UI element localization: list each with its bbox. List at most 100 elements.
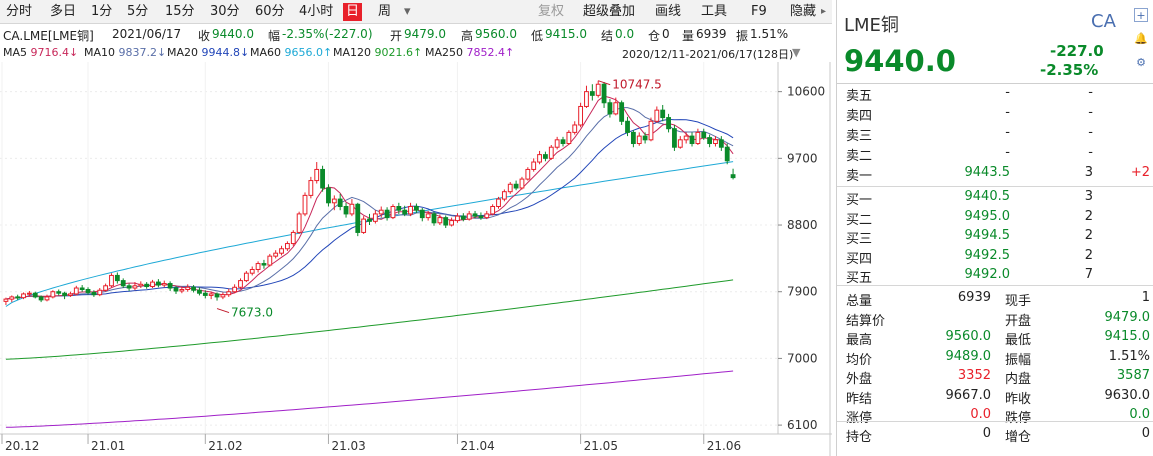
candle-body — [120, 280, 126, 287]
candle-body — [155, 281, 161, 286]
period-dropdown-icon[interactable]: ▾ — [401, 3, 414, 21]
candle-body — [390, 206, 396, 219]
bid-price: 9492.0 — [964, 267, 1011, 282]
candle-body — [32, 292, 38, 298]
adjust-button[interactable]: 复权 — [535, 3, 567, 21]
settings-icon[interactable]: ⚙ — [1134, 56, 1148, 70]
tab-5min[interactable]: 5分 — [124, 3, 151, 21]
symbol-label: CA.LME[LME铜] — [3, 29, 94, 43]
tab-intraday[interactable]: 分时 — [3, 3, 35, 21]
change-label: 幅 — [268, 29, 281, 43]
candle-body — [372, 213, 378, 222]
stat-label: 昨收 — [1005, 391, 1032, 407]
bell-icon[interactable]: 🔔 — [1134, 32, 1148, 46]
candle-body — [68, 293, 73, 296]
ask-row: 卖二 - - — [837, 144, 1153, 164]
stat-label: 跌停 — [1005, 411, 1032, 426]
range-value: 1.51% — [750, 27, 789, 41]
stat-value: 0 — [982, 426, 991, 441]
tab-multi-day[interactable]: 多日 — [47, 3, 79, 21]
tools-button[interactable]: 工具 — [698, 3, 730, 21]
candle-body — [718, 139, 724, 148]
candle-body — [302, 194, 308, 215]
high-value: 9560.0 — [475, 27, 517, 41]
draw-line-button[interactable]: 画线 — [652, 3, 684, 21]
ma5-label: MA5 9716.4↓ — [3, 46, 79, 59]
ask-volume: - — [1088, 85, 1093, 100]
stat-value: 9667.0 — [945, 387, 992, 403]
kline-chart[interactable]: 6100 7000 7900 8800 9700 10600 20.12 21.01 21.0… — [0, 62, 832, 456]
ma60-label: MA60 9656.0↑ — [250, 46, 333, 59]
volume-label: 量 — [682, 29, 695, 43]
candle-body — [537, 154, 542, 163]
candle-body — [513, 183, 519, 189]
candle-body — [349, 203, 355, 215]
candle-body — [578, 105, 584, 126]
candle-body — [478, 215, 484, 219]
overlay-button[interactable]: 超级叠加 — [580, 3, 638, 21]
chevron-right-icon[interactable]: ▸ — [818, 3, 829, 21]
add-icon[interactable]: + — [1134, 8, 1148, 22]
bid-volume: 3 — [1084, 189, 1093, 204]
candle-body — [642, 135, 648, 141]
candle-body — [437, 217, 443, 224]
candle-body — [337, 198, 343, 208]
candle-body — [138, 283, 144, 287]
candle-body — [9, 296, 15, 300]
candle-body — [713, 139, 718, 145]
candle-body — [50, 291, 56, 298]
candle-body — [273, 252, 279, 257]
ask-row: 卖三 - - — [837, 124, 1153, 144]
period-toolbar: 分时 多日 1分 5分 15分 30分 60分 4小时 日 周 ▾ 复权 超级叠… — [0, 0, 832, 24]
ask-label: 卖四 — [846, 109, 873, 124]
tab-60min[interactable]: 60分 — [252, 3, 288, 21]
x-tick-label: 21.03 — [331, 439, 365, 453]
candle-body — [408, 206, 413, 215]
tab-1min[interactable]: 1分 — [88, 3, 115, 21]
candle-body — [607, 102, 613, 115]
candle-body — [232, 286, 238, 293]
candle-body — [560, 139, 566, 145]
range-dropdown-icon[interactable]: ▼ — [792, 46, 800, 59]
candle-body — [73, 287, 79, 295]
stat-row: 结算价 开盘 9479.0 — [837, 309, 1153, 329]
candle-body — [543, 154, 548, 159]
volume-value: 6939 — [696, 27, 727, 41]
tab-30min[interactable]: 30分 — [207, 3, 243, 21]
bid-price: 9495.0 — [964, 208, 1011, 224]
hide-button[interactable]: 隐藏 — [787, 3, 819, 21]
instrument-name: LME铜 — [844, 15, 899, 36]
candle-body — [331, 198, 337, 204]
bid-price: 9494.5 — [964, 228, 1011, 243]
oi-value: 0 — [662, 27, 670, 41]
candle-body — [150, 281, 155, 288]
ask-label: 卖一 — [846, 169, 873, 184]
candle-body — [314, 168, 320, 182]
tab-15min[interactable]: 15分 — [162, 3, 198, 21]
ask-row: 卖一 9443.5 3 +2 — [837, 164, 1153, 184]
candle-body — [378, 209, 384, 215]
candle-body — [554, 139, 560, 148]
candle-body — [62, 292, 67, 296]
tab-daily[interactable]: 日 — [343, 3, 363, 21]
candle-body — [548, 146, 554, 159]
ask-row: 卖五 - - — [837, 84, 1153, 104]
stat-value: 9630.0 — [1104, 387, 1151, 403]
settle-value: 0.0 — [615, 27, 635, 41]
stat-label: 现手 — [1005, 294, 1032, 309]
candle-body — [15, 296, 21, 299]
tab-weekly[interactable]: 周 — [375, 3, 394, 21]
bid-volume: 2 — [1084, 228, 1093, 243]
bid-row: 买一 9440.5 3 — [837, 188, 1153, 208]
f9-button[interactable]: F9 — [748, 3, 770, 21]
stat-value: 9415.0 — [1104, 329, 1151, 344]
stat-label: 最高 — [846, 333, 873, 348]
candle-body — [601, 83, 607, 104]
change-value: -2.35%(-227.0) — [282, 27, 373, 41]
ask-price: 9443.5 — [964, 165, 1011, 180]
bid-row: 买五 9492.0 7 — [837, 266, 1153, 286]
x-tick-label: 21.05 — [584, 439, 618, 453]
stat-value: 6939 — [957, 290, 991, 305]
annotation-label: 10747.5 — [612, 78, 662, 92]
tab-4hour[interactable]: 4小时 — [296, 3, 336, 21]
